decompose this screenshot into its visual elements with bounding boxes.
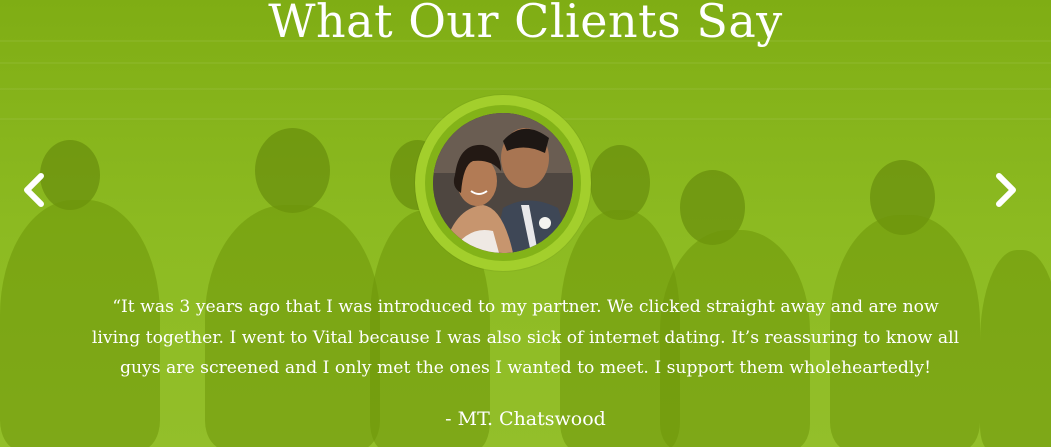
avatar-frame <box>415 95 591 271</box>
testimonials-section: What Our Clients Say “It was 3 years ago… <box>0 0 1051 447</box>
testimonial-author: - MT. Chatswood <box>445 408 606 430</box>
chevron-right-icon[interactable] <box>985 168 1025 212</box>
section-title: What Our Clients Say <box>268 0 783 48</box>
chevron-left-icon[interactable] <box>15 168 55 212</box>
avatar <box>433 113 573 253</box>
testimonial-quote: “It was 3 years ago that I was introduce… <box>91 297 960 378</box>
